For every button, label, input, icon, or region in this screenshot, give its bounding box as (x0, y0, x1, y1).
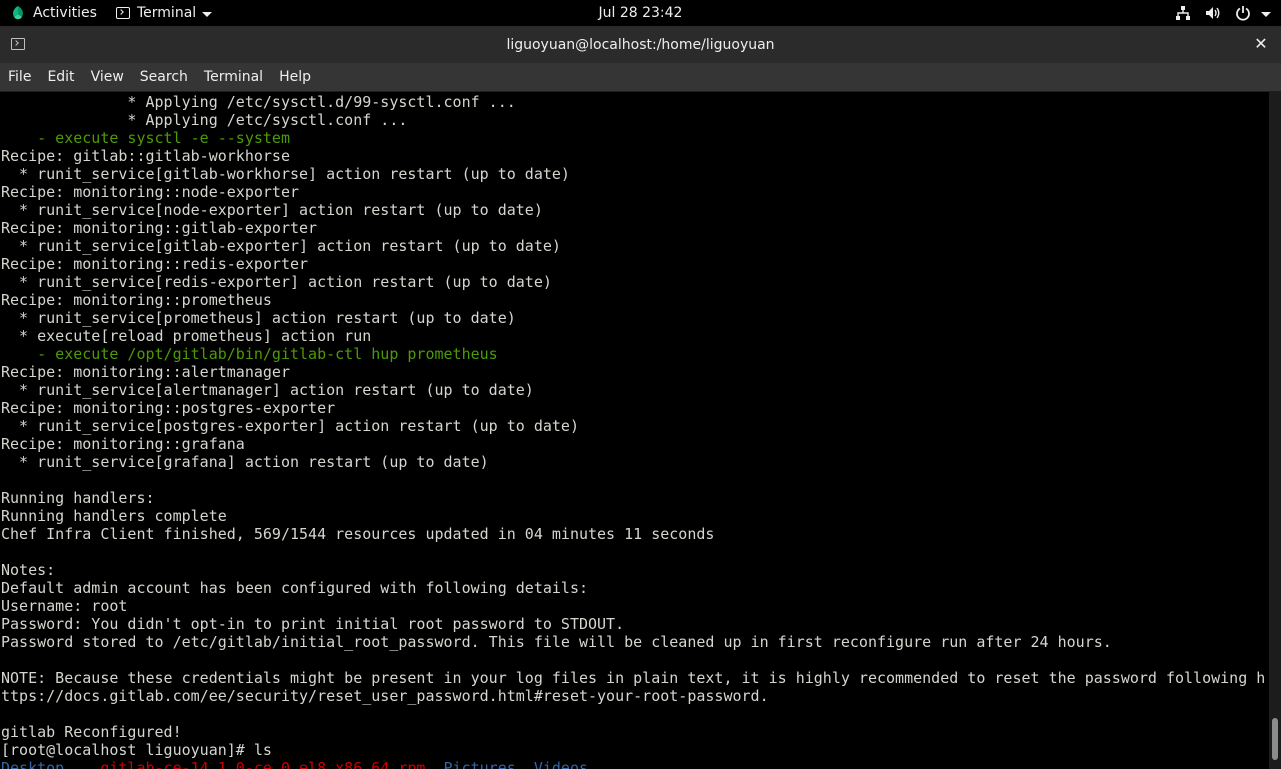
app-menu-label: Terminal (137, 5, 197, 21)
terminal-line: * Applying /etc/sysctl.d/99-sysctl.conf … (1, 93, 516, 111)
activities-button[interactable]: Activities (10, 0, 97, 26)
app-menu-button[interactable]: Terminal (116, 0, 213, 26)
terminal-line: * runit_service[node-exporter] action re… (1, 201, 543, 219)
network-icon[interactable] (1175, 5, 1191, 21)
menu-search[interactable]: Search (132, 63, 196, 92)
terminal-line: Password: You didn't opt-in to print ini… (1, 615, 625, 633)
terminal-line: Recipe: monitoring::node-exporter (1, 183, 300, 201)
close-window-button[interactable]: ✕ (1253, 36, 1269, 52)
distro-logo-icon (13, 6, 23, 20)
menubar: File Edit View Search Terminal Help (0, 63, 1281, 92)
scrollbar-thumb[interactable] (1272, 718, 1278, 760)
menu-view[interactable]: View (83, 63, 132, 92)
terminal-line: Notes: (1, 561, 56, 579)
ls-entry: Desktop (1, 759, 65, 769)
terminal-line: ttps://docs.gitlab.com/ee/security/reset… (1, 687, 769, 705)
terminal-line: Recipe: monitoring::prometheus (1, 291, 272, 309)
ls-separator (516, 759, 534, 769)
window-title: liguoyuan@localhost:/home/liguoyuan (506, 36, 775, 53)
ls-entry: Pictures (443, 759, 516, 769)
ls-separator (425, 759, 443, 769)
terminal-line: [root@localhost liguoyuan]# ls (1, 741, 272, 759)
top-bar: Activities Terminal Jul 28 23:42 (0, 0, 1281, 26)
ls-separator (64, 759, 100, 769)
terminal-line: * runit_service[gitlab-workhorse] action… (1, 165, 570, 183)
window-titlebar[interactable]: liguoyuan@localhost:/home/liguoyuan ✕ (0, 26, 1281, 63)
menu-terminal[interactable]: Terminal (196, 63, 271, 92)
chevron-down-icon (202, 11, 213, 17)
ls-entry: Videos (533, 759, 589, 769)
terminal-line: * Applying /etc/sysctl.conf ... (1, 111, 408, 129)
clock[interactable]: Jul 28 23:42 (599, 5, 683, 21)
terminal-line: gitlab Reconfigured! (1, 723, 182, 741)
terminal-line: Recipe: monitoring::grafana (1, 435, 245, 453)
terminal-line: Recipe: monitoring::alertmanager (1, 363, 290, 381)
terminal-scrollbar[interactable] (1269, 92, 1281, 769)
terminal-icon (116, 7, 130, 19)
terminal-line: Recipe: monitoring::gitlab-exporter (1, 219, 318, 237)
volume-icon[interactable] (1205, 5, 1221, 21)
terminal-line: * runit_service[gitlab-exporter] action … (1, 237, 561, 255)
menu-edit[interactable]: Edit (39, 63, 82, 92)
terminal-line: * runit_service[postgres-exporter] actio… (1, 417, 579, 435)
terminal-line: * execute[reload prometheus] action run (1, 327, 372, 345)
ls-output-line: Desktop gitlab-ce-14.1.0-ce.0.el8.x86_64… (1, 759, 1265, 769)
terminal-output[interactable]: * Applying /etc/sysctl.d/99-sysctl.conf … (0, 92, 1269, 769)
terminal-line: Password stored to /etc/gitlab/initial_r… (1, 633, 1112, 651)
terminal-line: Default admin account has been configure… (1, 579, 588, 597)
terminal-line: * runit_service[redis-exporter] action r… (1, 273, 552, 291)
terminal-line: * runit_service[grafana] action restart … (1, 453, 489, 471)
terminal-line: * runit_service[alertmanager] action res… (1, 381, 534, 399)
terminal-line: NOTE: Because these credentials might be… (1, 669, 1266, 687)
terminal-line: - execute sysctl -e --system (1, 129, 290, 147)
power-icon[interactable] (1235, 5, 1251, 21)
terminal-line: * runit_service[prometheus] action resta… (1, 309, 516, 327)
terminal-line: Recipe: gitlab::gitlab-workhorse (1, 147, 290, 165)
menu-file[interactable]: File (0, 63, 39, 92)
activities-label: Activities (33, 5, 97, 21)
terminal-line: Recipe: monitoring::redis-exporter (1, 255, 309, 273)
ls-entry: gitlab-ce-14.1.0-ce.0.el8.x86_64.rpm (100, 759, 426, 769)
system-tray[interactable] (1161, 0, 1271, 26)
menu-help[interactable]: Help (271, 63, 319, 92)
terminal-line: - execute /opt/gitlab/bin/gitlab-ctl hup… (1, 345, 498, 363)
terminal-line: Chef Infra Client finished, 569/1544 res… (1, 525, 715, 543)
terminal-line: Running handlers complete (1, 507, 227, 525)
terminal-line: Running handlers: (1, 489, 155, 507)
terminal-lines: * Applying /etc/sysctl.d/99-sysctl.conf … (1, 93, 1265, 769)
terminal-line: Username: root (1, 597, 128, 615)
terminal-line: Recipe: monitoring::postgres-exporter (1, 399, 336, 417)
system-menu-chevron-icon[interactable] (1261, 10, 1271, 17)
